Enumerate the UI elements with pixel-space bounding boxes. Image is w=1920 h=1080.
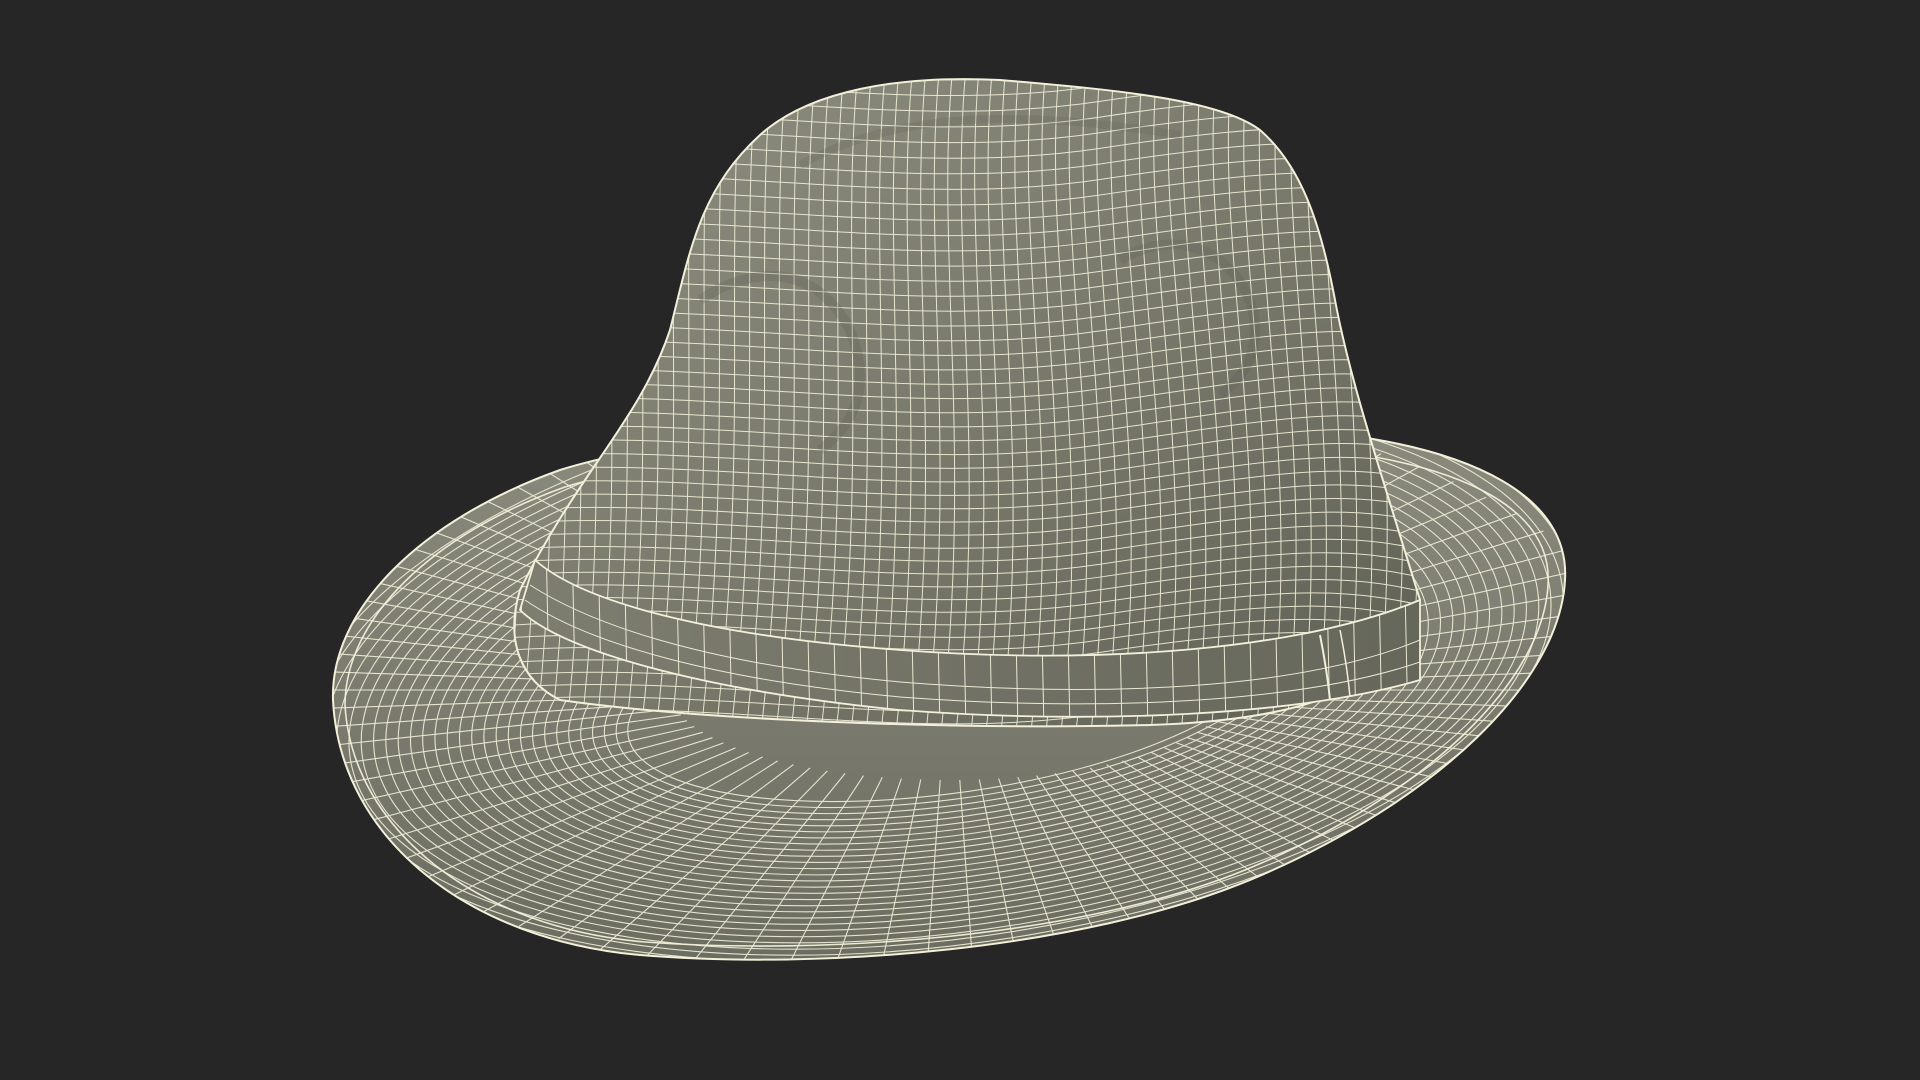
- hat-wireframe-render: [331, 78, 1567, 961]
- render-viewport: [0, 0, 1920, 1080]
